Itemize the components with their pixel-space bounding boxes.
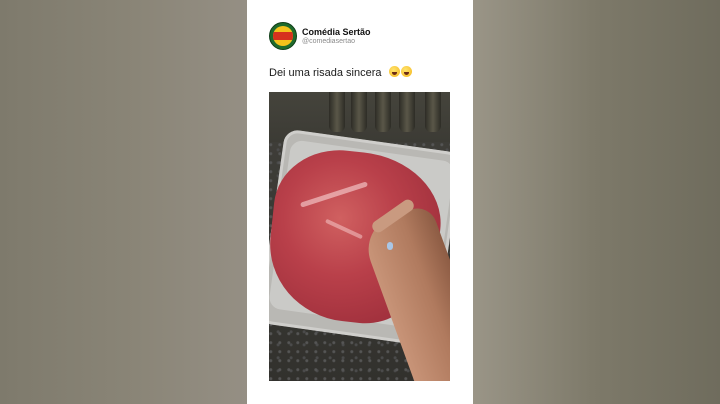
bottle-shape bbox=[399, 92, 415, 132]
post-caption: Dei uma risada sincera bbox=[269, 66, 412, 79]
bottle-shape bbox=[375, 92, 391, 132]
post-header: Comédia Sertão @comediasertao bbox=[269, 22, 469, 52]
right-blurred-background bbox=[473, 0, 720, 404]
avatar[interactable] bbox=[269, 22, 297, 50]
post-card: Comédia Sertão @comediasertao Dei uma ri… bbox=[247, 0, 473, 404]
author-handle[interactable]: @comediasertao bbox=[302, 38, 355, 45]
caption-emojis bbox=[388, 66, 412, 79]
bottle-shape bbox=[329, 92, 345, 132]
caption-text: Dei uma risada sincera bbox=[269, 67, 382, 79]
laughing-tears-emoji-icon bbox=[388, 66, 400, 77]
author-name[interactable]: Comédia Sertão bbox=[302, 27, 371, 37]
avatar-logo-icon bbox=[273, 26, 293, 46]
post-video[interactable] bbox=[269, 92, 450, 381]
bottle-shape bbox=[425, 92, 441, 132]
left-blurred-background bbox=[0, 0, 247, 404]
fingernail bbox=[387, 242, 393, 250]
laughing-tears-emoji-icon bbox=[400, 66, 412, 77]
avatar-logo-band bbox=[273, 32, 293, 40]
bottle-shape bbox=[351, 92, 367, 132]
